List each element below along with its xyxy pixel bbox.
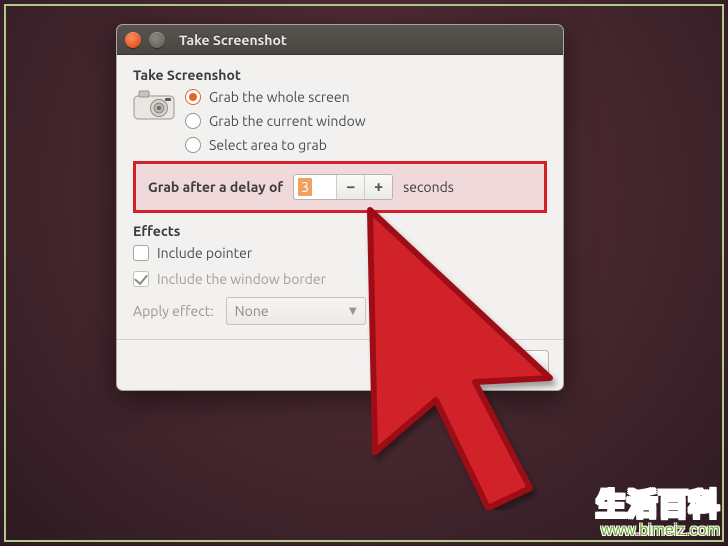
delay-increment-button[interactable]: +: [364, 175, 392, 199]
radio-icon: [185, 113, 201, 129]
radio-current-window[interactable]: Grab the current window: [185, 113, 366, 129]
radio-label: Grab the current window: [209, 113, 366, 129]
dialog-footer: Take Screenshot: [117, 339, 563, 390]
delay-decrement-button[interactable]: −: [336, 175, 364, 199]
camera-icon: [133, 89, 175, 121]
watermark-line1: 生活百科: [596, 489, 720, 522]
delay-spinbox[interactable]: 3 − +: [293, 174, 393, 200]
radio-select-area[interactable]: Select area to grab: [185, 137, 366, 153]
checkbox-label: Include pointer: [157, 245, 252, 261]
section-title-screenshot: Take Screenshot: [133, 67, 547, 83]
screenshot-dialog: Take Screenshot Take Screenshot Grab the…: [116, 24, 564, 391]
radio-label: Grab the whole screen: [209, 89, 350, 105]
section-title-effects: Effects: [133, 223, 547, 239]
dialog-content: Take Screenshot Grab the whole screen: [117, 55, 563, 339]
radio-whole-screen[interactable]: Grab the whole screen: [185, 89, 366, 105]
checkbox-icon: [133, 271, 149, 287]
minimize-icon[interactable]: [149, 32, 165, 48]
chevron-down-icon: ▼: [349, 305, 357, 317]
delay-value: 3: [298, 178, 312, 196]
delay-unit: seconds: [403, 179, 454, 195]
radio-label: Select area to grab: [209, 137, 327, 153]
titlebar[interactable]: Take Screenshot: [117, 25, 563, 55]
checkbox-label: Include the window border: [157, 271, 326, 287]
window-title: Take Screenshot: [179, 32, 287, 48]
capture-options: Grab the whole screen Grab the current w…: [133, 89, 547, 153]
delay-highlight-box: Grab after a delay of 3 − + seconds: [133, 161, 547, 213]
combo-value: None: [235, 303, 269, 319]
watermark: 生活百科 www.bimeiz.com: [596, 489, 720, 540]
check-include-pointer[interactable]: Include pointer: [133, 245, 547, 261]
checkbox-icon: [133, 245, 149, 261]
watermark-line2: www.bimeiz.com: [596, 522, 720, 540]
delay-label: Grab after a delay of: [148, 179, 283, 195]
delay-value-field[interactable]: 3: [294, 175, 336, 199]
check-include-border: Include the window border: [133, 271, 547, 287]
radio-icon: [185, 137, 201, 153]
radio-icon: [185, 89, 201, 105]
button-label: Take Screenshot: [431, 357, 534, 373]
apply-effect-row: Apply effect: None ▼: [133, 297, 547, 325]
close-icon[interactable]: [125, 32, 141, 48]
take-screenshot-button[interactable]: Take Screenshot: [416, 350, 549, 380]
apply-effect-combo[interactable]: None ▼: [226, 297, 366, 325]
apply-effect-label: Apply effect:: [133, 303, 214, 319]
effects-section: Effects Include pointer Include the wind…: [133, 223, 547, 325]
